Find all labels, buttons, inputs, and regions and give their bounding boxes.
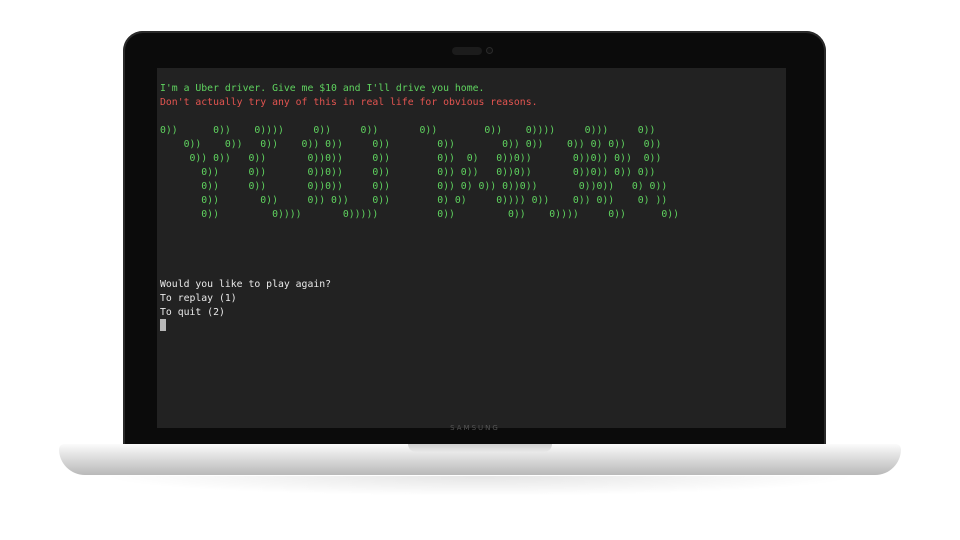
ascii-art-line: 0)) 0)) 0)) 0)) 0)) 0) 0) 0)))) 0)) 0)) … [160,195,668,206]
quit-option: To quit (2) [160,307,225,318]
terminal-window[interactable]: I'm a Uber driver. Give me $10 and I'll … [157,68,786,428]
laptop-hinge-notch [408,444,552,452]
webcam-icon [452,47,482,55]
terminal-warning-line: Don't actually try any of this in real l… [160,97,538,108]
laptop-brand-label: SAMSUNG [450,424,500,432]
terminal-intro-line: I'm a Uber driver. Give me $10 and I'll … [160,83,485,94]
ascii-art-line: 0)) 0)) 0))0)) 0)) 0)) 0)) 0))0)) 0))0))… [160,167,656,178]
ascii-art-line: 0)) 0)) 0)))) 0)) 0)) 0)) 0)) 0)))) 0)))… [160,125,656,136]
laptop-shadow [100,476,860,496]
webcam-lens-icon [487,48,492,53]
ascii-art-line: 0)) 0)) 0))0)) 0)) 0)) 0) 0)) 0))0)) 0))… [160,181,668,192]
ascii-art-line: 0)) 0)))) 0))))) 0)) 0)) 0)))) 0)) 0)) [160,209,680,220]
replay-prompt-question: Would you like to play again? [160,279,332,290]
replay-option: To replay (1) [160,293,237,304]
ascii-art-line: 0)) 0)) 0)) 0))0)) 0)) 0)) 0) 0))0)) 0))… [160,153,662,164]
terminal-cursor[interactable] [160,319,166,331]
ascii-art-line: 0)) 0)) 0)) 0)) 0)) 0)) 0)) 0)) 0)) 0)) … [160,139,662,150]
